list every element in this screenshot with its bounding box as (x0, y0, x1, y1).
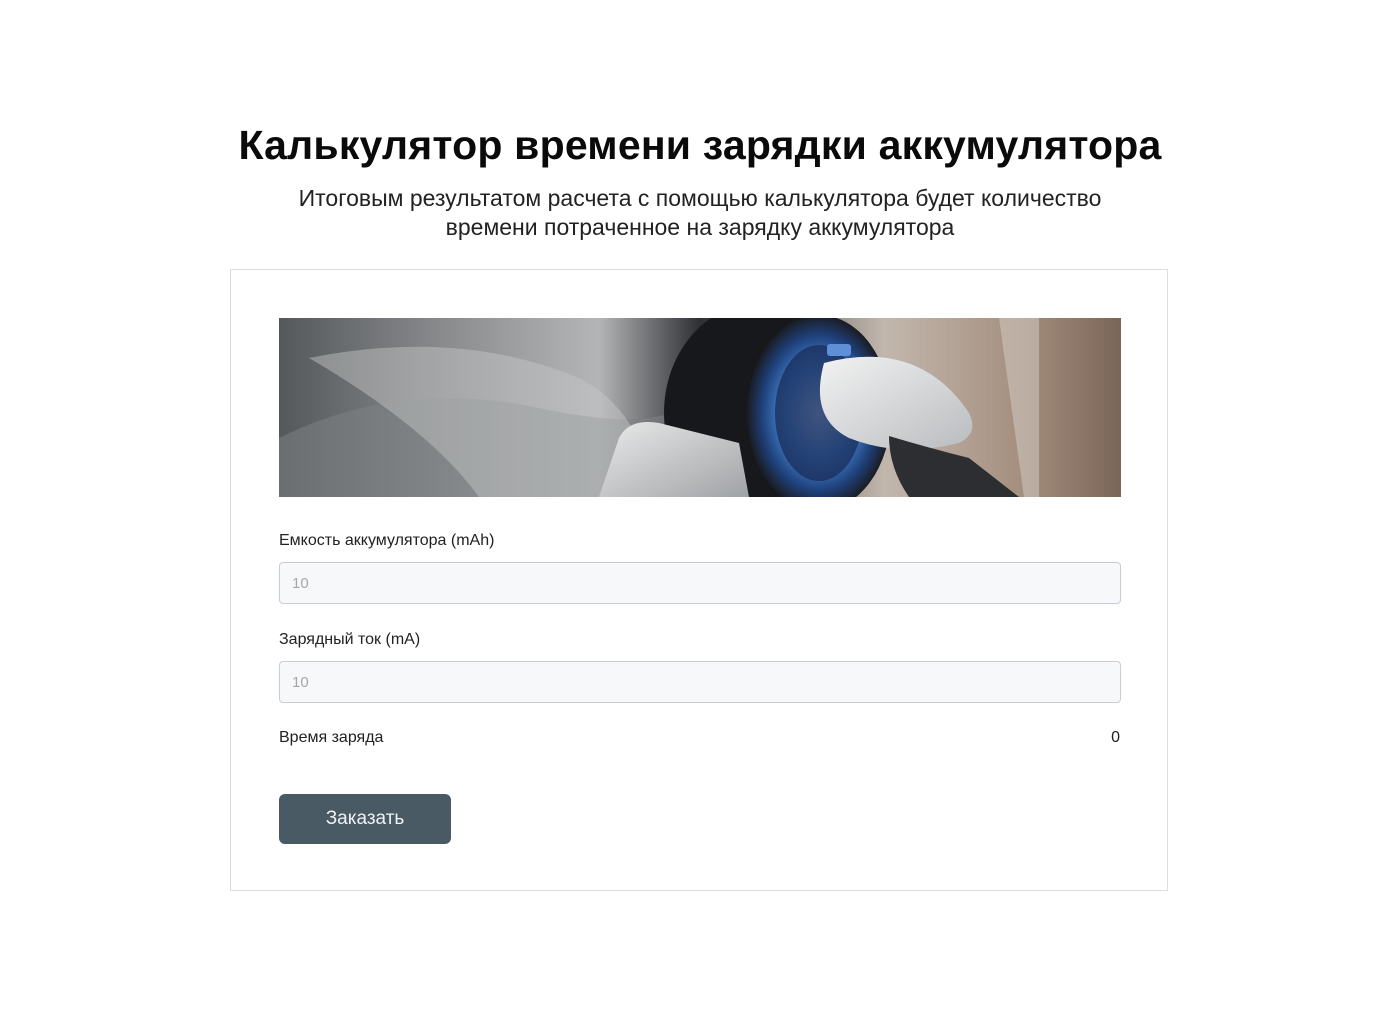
capacity-input[interactable] (279, 562, 1121, 604)
ev-charging-illustration (279, 318, 1121, 497)
charge-current-input[interactable] (279, 661, 1121, 703)
charge-current-label: Зарядный ток (mA) (279, 631, 421, 648)
calculator-card: Емкость аккумулятора (mAh) Зарядный ток … (230, 269, 1168, 891)
page: Калькулятор времени зарядки аккумулятора… (0, 0, 1400, 1013)
hero-image-ev-charger (279, 318, 1121, 497)
order-button[interactable]: Заказать (279, 794, 451, 844)
charge-time-label: Время заряда (279, 729, 384, 746)
capacity-label: Емкость аккумулятора (mAh) (279, 532, 495, 549)
page-subtitle: Итоговым результатом расчета с помощью к… (298, 185, 1102, 240)
charge-time-value: 0 (1111, 729, 1120, 746)
page-title: Калькулятор времени зарядки аккумулятора (238, 122, 1162, 168)
